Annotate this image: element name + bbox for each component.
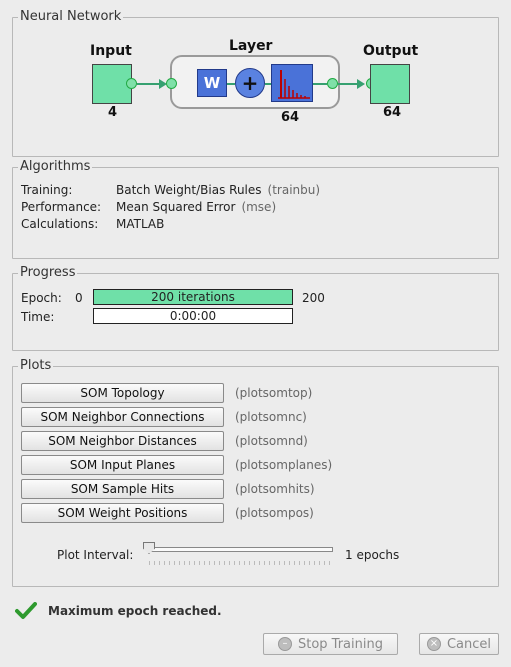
time-field: 0:00:00 (93, 308, 293, 324)
cancel-button[interactable]: × Cancel (419, 633, 499, 655)
plot-som-neighbor-distances-fn: (plotsomnd) (235, 434, 308, 448)
cancel-icon: × (426, 637, 441, 651)
weight-block: W (197, 69, 227, 97)
input-size: 4 (108, 105, 118, 120)
calculations-row: Calculations: MATLAB (21, 217, 491, 233)
input-port-node (126, 78, 137, 89)
plot-som-topology-button[interactable]: SOM Topology (21, 383, 224, 403)
performance-value-text: Mean Squared Error (116, 200, 236, 214)
plot-interval-slider-thumb[interactable] (143, 542, 155, 554)
plot-interval-value: 1 epochs (345, 548, 400, 562)
calculations-value-text: MATLAB (116, 217, 165, 231)
plot-som-topology-fn: (plotsomtop) (235, 386, 313, 400)
training-value-text: Batch Weight/Bias Rules (116, 183, 262, 197)
output-size: 64 (383, 105, 402, 120)
neural-network-panel: Neural Network Input 4 Layer W + 64 Outp… (12, 9, 499, 157)
training-row: Training: Batch Weight/Bias Rules (trainb… (21, 183, 491, 199)
performance-fn: (mse) (241, 200, 277, 214)
epoch-min: 0 (75, 291, 83, 305)
input-wire (137, 83, 159, 85)
progress-panel: Progress Epoch: 0 200 iterations 200 Tim… (12, 265, 499, 351)
algorithms-panel: Algorithms Training: Batch Weight/Bias R… (12, 159, 499, 259)
output-wire (338, 83, 358, 85)
epoch-label: Epoch: (21, 291, 62, 305)
stop-training-label: Stop Training (298, 636, 383, 652)
output-block (370, 64, 410, 104)
plot-som-neighbor-connections-fn: (plotsomnc) (235, 410, 307, 424)
performance-value: Mean Squared Error (mse) (116, 200, 276, 214)
stop-icon: – (278, 637, 292, 651)
training-value: Batch Weight/Bias Rules (trainbu) (116, 183, 320, 197)
calculations-value: MATLAB (116, 217, 164, 231)
status-message: Maximum epoch reached. (48, 604, 222, 618)
plot-som-weight-positions-button[interactable]: SOM Weight Positions (21, 503, 224, 523)
neural-network-title: Neural Network (18, 9, 124, 24)
layer-size: 64 (281, 110, 300, 125)
layer-label: Layer (229, 38, 273, 54)
plots-panel: Plots SOM Topology (plotsomtop) SOM Neig… (12, 358, 499, 587)
performance-label: Performance: (21, 200, 102, 214)
training-fn: (trainbu) (267, 183, 321, 197)
cancel-label: Cancel (446, 636, 492, 652)
plots-title: Plots (18, 358, 54, 373)
plot-interval-label: Plot Interval: (57, 548, 134, 562)
plot-interval-slider-track[interactable] (149, 547, 333, 552)
algorithms-title: Algorithms (18, 159, 93, 174)
plot-som-input-planes-fn: (plotsomplanes) (235, 458, 333, 472)
epoch-max: 200 (302, 291, 325, 305)
stop-training-button[interactable]: – Stop Training (263, 633, 398, 655)
calculations-label: Calculations: (21, 217, 99, 231)
plus-symbol: + (241, 71, 259, 95)
plot-som-weight-positions-fn: (plotsompos) (235, 506, 314, 520)
plot-som-neighbor-connections-button[interactable]: SOM Neighbor Connections (21, 407, 224, 427)
output-label: Output (363, 43, 419, 59)
plot-interval-ticks (149, 561, 333, 565)
plot-som-sample-hits-fn: (plotsomhits) (235, 482, 315, 496)
transfer-function-block (271, 64, 313, 102)
time-label: Time: (21, 310, 55, 324)
weight-wire (227, 83, 235, 85)
training-label: Training: (21, 183, 73, 197)
epoch-progress-text: 200 iterations (151, 290, 235, 304)
progress-title: Progress (18, 265, 78, 280)
check-icon (15, 602, 37, 619)
layer-input-node (166, 78, 177, 89)
layer-output-node (327, 78, 338, 89)
layer-inner-wire (313, 83, 327, 85)
performance-row: Performance: Mean Squared Error (mse) (21, 200, 491, 216)
input-label: Input (90, 43, 132, 59)
epoch-progress-bar: 200 iterations (93, 289, 293, 305)
plot-som-neighbor-distances-button[interactable]: SOM Neighbor Distances (21, 431, 224, 451)
time-value: 0:00:00 (169, 309, 217, 323)
weight-symbol: W (203, 74, 221, 92)
plot-som-sample-hits-button[interactable]: SOM Sample Hits (21, 479, 224, 499)
output-arrow-icon (357, 79, 365, 89)
plot-som-input-planes-button[interactable]: SOM Input Planes (21, 455, 224, 475)
compet-transfer-icon (278, 70, 310, 99)
sum-block: + (235, 68, 265, 98)
